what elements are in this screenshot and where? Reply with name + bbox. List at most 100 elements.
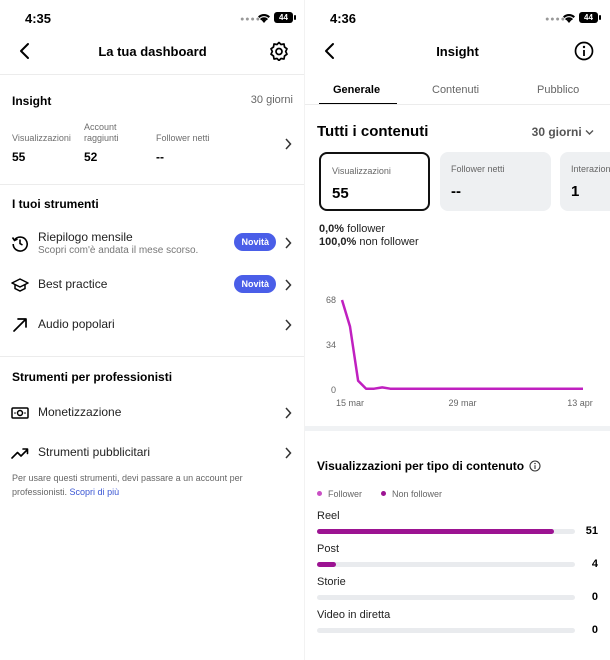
tool-item-monthly-recap[interactable]: Riepilogo mensile Scopri com'è andata il… [0,225,305,261]
graduation-cap-icon [11,278,29,292]
y-tick-label: 68 [326,295,336,305]
tool-item-popular-audio[interactable]: Audio popolari [0,307,305,343]
header: La tua dashboard [0,36,305,74]
bar-track [317,628,575,633]
chevron-right-icon [285,447,292,459]
chevron-right-icon [285,138,292,150]
learn-more-link[interactable]: Scopri di più [70,487,120,497]
tool-label: Audio popolari [38,317,115,331]
metric-card-interactions[interactable]: Interazioni 1 [560,152,610,211]
tools-title: I tuoi strumenti [12,197,99,211]
bar-category-label: Video in diretta [317,609,391,621]
metric-value-reached: 52 [84,150,98,164]
metric-card-net-followers[interactable]: Follower netti -- [440,152,551,211]
y-tick-label: 34 [326,340,336,350]
tool-label: Strumenti pubblicitari [38,445,151,459]
legend-dot [317,491,322,496]
status-bar: 4:36 ●●●● 44 [305,0,610,36]
views-line-chart: 0 34 68 15 mar 29 mar 13 apr [326,295,593,408]
tool-item-ads-tools[interactable]: Strumenti pubblicitari [0,435,305,471]
dashboard-screen: 4:35 ●●●● 44 La tua dashboard Insight 30… [0,0,305,660]
info-icon[interactable] [574,41,594,61]
chevron-down-icon [585,130,594,135]
tab-general[interactable]: Generale [333,84,380,96]
status-bar: 4:35 ●●●● 44 [0,0,305,36]
tool-item-best-practice[interactable]: Best practice Novità [0,267,305,303]
new-badge: Novità [234,233,276,251]
tool-label: Best practice [38,277,108,291]
chevron-right-icon [285,237,292,249]
bar-value-label: 4 [591,558,598,570]
card-label: Follower netti [451,164,505,174]
insight-title: Insight [12,94,52,108]
x-tick-label: 15 mar [336,398,364,408]
trending-arrow-icon [13,318,27,332]
x-tick-label: 13 apr [567,398,593,408]
card-value: 1 [571,183,580,200]
legend-label: Follower [328,489,363,499]
chevron-right-icon [285,319,292,331]
status-time: 4:35 [25,11,52,26]
status-time: 4:36 [330,11,357,26]
tab-audience[interactable]: Pubblico [537,84,579,96]
section-divider [0,356,305,357]
pro-note: Per usare questi strumenti, devi passare… [12,471,262,499]
card-label: Interazioni [571,164,610,174]
chevron-right-icon [285,279,292,291]
pro-tools-title: Strumenti per professionisti [12,370,173,384]
bar-fill [317,529,555,534]
section-title: Tutti i contenuti [317,123,429,140]
bar-category-label: Post [317,543,340,555]
period-selector[interactable]: 30 giorni [532,125,594,139]
page-title: La tua dashboard [98,44,207,59]
battery-icon: 44 [274,12,296,23]
chevron-right-icon [285,407,292,419]
nonfollower-pct: 100,0% [319,236,357,248]
card-label: Visualizzazioni [332,166,391,176]
money-icon [11,407,29,419]
info-icon[interactable] [529,460,541,472]
bar-track [317,529,575,534]
bar-value-label: 0 [591,591,598,603]
bar-value-label: 0 [591,624,598,636]
tool-label: Monetizzazione [38,405,122,419]
tool-label: Riepilogo mensile [38,230,133,244]
tool-sublabel: Scopri com'è andata il mese scorso. [38,245,199,256]
follower-pct: 0,0% [319,223,345,235]
metric-value-net-followers: -- [156,150,164,164]
history-icon [11,236,28,252]
bar-fill [317,562,336,567]
bar-track [317,595,575,600]
wifi-icon [258,14,270,23]
legend-follower: Follower [317,489,362,499]
insight-screen: 4:36 ●●●● 44 Insight Generale Contenuti … [305,0,610,660]
new-badge: Novità [234,275,276,293]
period-label: 30 giorni [531,125,582,139]
chart-up-icon [11,448,29,459]
metric-value-views: 55 [12,150,26,164]
tool-item-monetization[interactable]: Monetizzazione [0,395,305,431]
section-divider [0,184,305,185]
metric-label-views: Visualizzazioni [12,133,71,143]
legend-nonfollower: Non follower [381,489,442,499]
tabs-divider [305,104,610,105]
tab-content[interactable]: Contenuti [432,84,479,96]
wifi-icon [563,14,575,23]
settings-gear-icon[interactable] [269,41,289,61]
legend-label: Non follower [392,489,443,499]
bar-category-label: Storie [317,576,346,588]
nonfollower-pct-label: non follower [359,236,419,248]
metric-card-views[interactable]: Visualizzazioni 55 [319,152,430,211]
content-type-title: Visualizzazioni per tipo di contenuto [317,459,525,473]
pro-note-text: Per usare questi strumenti, devi passare… [12,473,243,497]
card-value: 55 [332,185,349,202]
bar-value-label: 51 [585,525,598,537]
y-tick-label: 0 [331,385,336,395]
metric-label-reached: Account raggiunti [84,122,119,143]
header-divider [0,74,305,75]
section-divider [305,426,610,431]
x-tick-label: 29 mar [448,398,476,408]
header: Insight [305,36,610,74]
legend-dot [381,491,386,496]
bar-track [317,562,575,567]
